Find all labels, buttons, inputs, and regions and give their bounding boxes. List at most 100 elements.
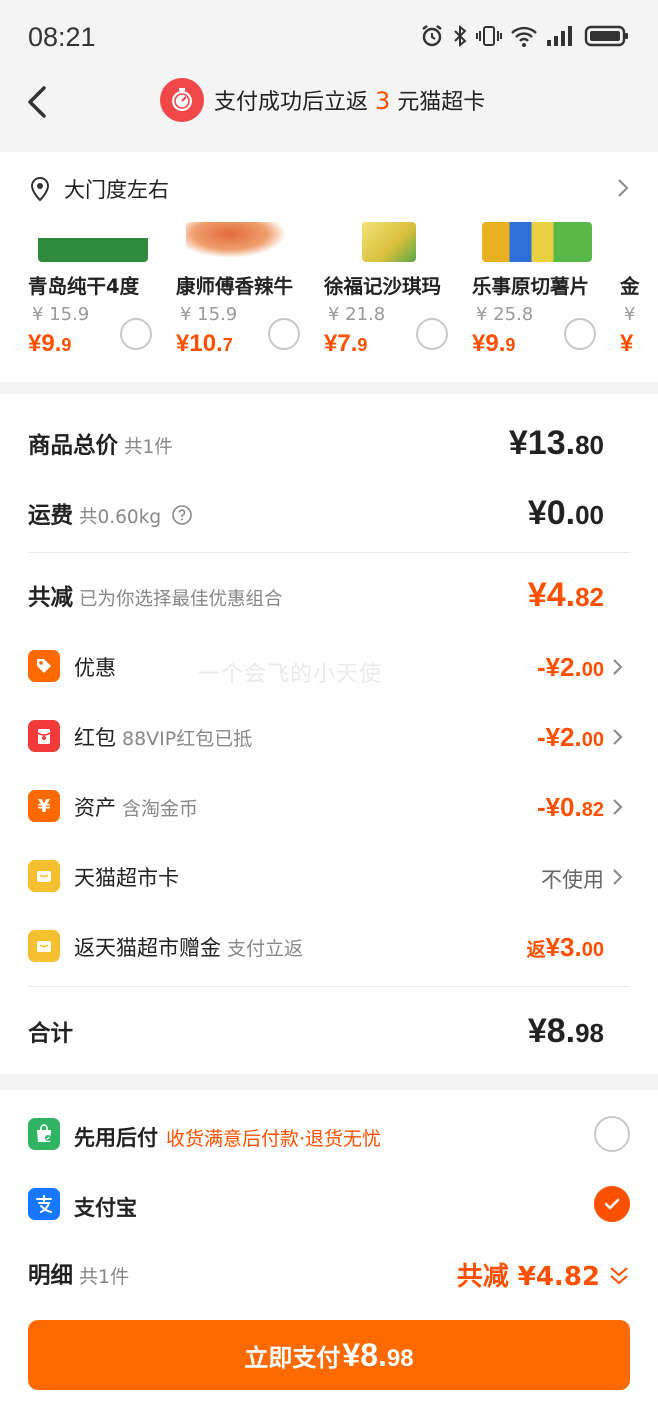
- shopping-bag-icon: [28, 1118, 60, 1150]
- header: 支付成功后立返 3 元猫超卡: [0, 68, 658, 152]
- product-name: 乐事原切薯片: [472, 275, 590, 298]
- product-image: [186, 222, 296, 262]
- alipay-radio-checked[interactable]: [594, 1186, 630, 1222]
- total-label: 合计: [28, 1021, 74, 1047]
- pay-now-button[interactable]: 立即支付 ¥8.98: [28, 1320, 630, 1390]
- detail-count: 共1件: [79, 1266, 130, 1288]
- product-price: ¥10.7: [176, 330, 233, 357]
- alipay-icon: [28, 1188, 60, 1220]
- product-select-radio[interactable]: [268, 318, 300, 350]
- product-card[interactable]: 乐事原切薯片 ¥ 25.8 ¥9.9: [472, 218, 612, 368]
- discount-label: 共减: [28, 585, 74, 611]
- back-button[interactable]: [20, 80, 60, 124]
- product-select-radio[interactable]: [564, 318, 596, 350]
- product-image: [38, 222, 148, 262]
- battery-icon: [584, 25, 628, 47]
- coupon-value: -¥2.00: [536, 652, 604, 682]
- tmall-card-label: 天猫超市卡: [74, 866, 179, 890]
- promo-text: 支付成功后立返 3 元猫超卡: [214, 87, 486, 115]
- coupon-label: 优惠: [74, 656, 116, 680]
- total-row: 合计 ¥8.98: [28, 1006, 630, 1056]
- vibrate-icon: [476, 26, 502, 46]
- product-price: ¥7.9: [324, 330, 368, 357]
- chevron-right-icon: [618, 179, 629, 197]
- chevron-right-icon: [613, 659, 623, 675]
- goods-total-value: ¥13.80: [508, 424, 604, 462]
- detail-label: 明细: [28, 1263, 74, 1289]
- product-original-price: ¥ 25.8: [476, 304, 534, 325]
- product-card-partial[interactable]: 金 ¥ ¥: [620, 218, 658, 368]
- detail-row[interactable]: 明细 共1件 共减 ¥4.82: [28, 1256, 630, 1296]
- product-name: 青岛纯干4度: [28, 275, 140, 298]
- cashback-value: 返¥3.00: [526, 932, 604, 962]
- product-recommendations: 青岛纯干4度 ¥ 15.9 ¥9.9 康师傅香辣牛 ¥ 15.9 ¥10.7 徐…: [28, 218, 658, 368]
- divider: [28, 986, 630, 987]
- promo-banner: 支付成功后立返 3 元猫超卡: [160, 78, 485, 122]
- card-icon: [28, 860, 60, 892]
- status-icons: [420, 24, 630, 48]
- signal-icon: [547, 26, 572, 46]
- alipay-option[interactable]: 支付宝: [28, 1184, 630, 1228]
- wifi-icon: [511, 26, 537, 47]
- product-name: 康师傅香辣牛: [176, 275, 294, 298]
- stopwatch-icon: [160, 78, 204, 122]
- shipping-weight: 共0.60kg: [79, 507, 162, 528]
- product-card[interactable]: 康师傅香辣牛 ¥ 15.9 ¥10.7: [176, 218, 316, 368]
- shipping-label: 运费: [28, 503, 74, 529]
- tag-icon: [28, 650, 60, 682]
- product-name: 徐福记沙琪玛: [324, 275, 442, 298]
- product-original-price: ¥ 21.8: [328, 304, 386, 325]
- chevron-right-icon: [613, 799, 623, 815]
- red-packet-icon: [28, 720, 60, 752]
- checkmark-icon: [604, 1198, 620, 1210]
- total-value: ¥8.98: [527, 1012, 604, 1050]
- red-packet-sub: 88VIP红包已抵: [122, 728, 253, 750]
- product-original-price: ¥ 15.9: [180, 304, 238, 325]
- assets-row[interactable]: ¥ 资产 含淘金币 -¥0.82: [28, 782, 630, 832]
- divider: [28, 552, 630, 553]
- assets-label: 资产: [74, 796, 116, 820]
- product-original-price: ¥ 15.9: [32, 304, 90, 325]
- discount-total-row: 共减 已为你选择最佳优惠组合 ¥4.82: [28, 570, 630, 620]
- card-icon: [28, 930, 60, 962]
- goods-total-row: 商品总价 共1件 ¥13.80: [28, 418, 630, 468]
- location-pin-icon: [30, 177, 50, 202]
- help-icon[interactable]: [171, 504, 193, 526]
- red-packet-label: 红包: [74, 726, 116, 750]
- product-card[interactable]: 青岛纯干4度 ¥ 15.9 ¥9.9: [28, 218, 168, 368]
- red-packet-row[interactable]: 红包 88VIP红包已抵 -¥2.00: [28, 712, 630, 762]
- pay-later-radio[interactable]: [594, 1116, 630, 1152]
- product-select-radio[interactable]: [416, 318, 448, 350]
- address-label: 大门度左右: [64, 178, 169, 202]
- cashback-row: 返天猫超市赠金 支付立返 返¥3.00: [28, 922, 630, 972]
- chevron-right-icon: [613, 729, 623, 745]
- double-chevron-down-icon: [610, 1267, 628, 1285]
- product-select-radio[interactable]: [120, 318, 152, 350]
- pay-later-label: 先用后付: [74, 1126, 158, 1150]
- red-packet-value: -¥2.00: [536, 722, 604, 752]
- discount-total-value: ¥4.82: [527, 576, 604, 614]
- tmall-card-value: 不使用: [541, 868, 604, 892]
- yen-icon: ¥: [28, 790, 60, 822]
- product-card[interactable]: 徐福记沙琪玛 ¥ 21.8 ¥7.9: [324, 218, 464, 368]
- pay-later-sub: 收货满意后付款·退货无忧: [166, 1128, 382, 1150]
- chevron-left-icon: [28, 86, 46, 118]
- goods-count: 共1件: [124, 437, 173, 458]
- assets-value: -¥0.82: [536, 792, 604, 822]
- shipping-value: ¥0.00: [527, 494, 604, 532]
- address-products-card: 大门度左右 青岛纯干4度 ¥ 15.9 ¥9.9 康师傅香辣牛 ¥ 15.9 ¥…: [0, 152, 658, 382]
- shipping-row: 运费 共0.60kg ¥0.00: [28, 488, 630, 538]
- alarm-icon: [422, 25, 442, 47]
- product-image: [362, 222, 416, 262]
- product-price: ¥9.9: [28, 330, 72, 357]
- address-row[interactable]: 大门度左右: [28, 172, 630, 206]
- watermark: 一个会飞的小天使: [198, 662, 383, 687]
- alipay-label: 支付宝: [74, 1196, 137, 1220]
- chevron-right-icon: [613, 869, 623, 885]
- assets-sub: 含淘金币: [122, 798, 199, 820]
- pay-later-option[interactable]: 先用后付 收货满意后付款·退货无忧: [28, 1114, 630, 1158]
- price-breakdown-card: 商品总价 共1件 ¥13.80 运费 共0.60kg ¥0.00 共减 已为你选择最佳…: [0, 394, 658, 1074]
- tmall-card-row[interactable]: 天猫超市卡 不使用: [28, 852, 630, 902]
- discount-note: 已为你选择最佳优惠组合: [79, 589, 283, 610]
- detail-total: 共减 ¥4.82: [456, 1262, 600, 1292]
